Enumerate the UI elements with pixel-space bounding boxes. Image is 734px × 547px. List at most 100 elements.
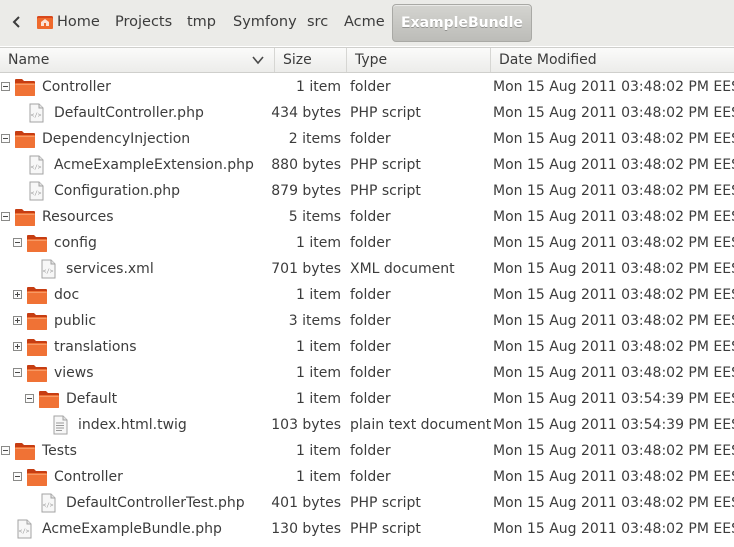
crumb-symfony[interactable]: Symfony <box>233 8 297 36</box>
php-file-icon: </> <box>26 181 48 201</box>
file-size: 5 items <box>288 209 341 225</box>
expand-toggle[interactable] <box>13 342 22 351</box>
folder-icon <box>14 207 36 227</box>
file-date-modified: Mon 15 Aug 2011 03:48:02 PM EEST <box>493 495 734 511</box>
collapse-toggle[interactable] <box>13 238 22 247</box>
file-row[interactable]: config 1 item folder Mon 15 Aug 2011 03:48:… <box>0 230 734 256</box>
file-size: 2 items <box>288 131 341 147</box>
file-row[interactable]: doc 1 item folder Mon 15 Aug 2011 03:48:02 … <box>0 282 734 308</box>
chevron-left-icon <box>12 16 20 28</box>
file-name: config <box>54 235 97 251</box>
collapse-toggle[interactable] <box>13 472 22 481</box>
file-row[interactable]: public 3 items folder Mon 15 Aug 2011 03:48… <box>0 308 734 334</box>
file-row[interactable]: views 1 item folder Mon 15 Aug 2011 03:48:0… <box>0 360 734 386</box>
file-size: 1 item <box>296 287 341 303</box>
file-type: folder <box>350 287 391 303</box>
file-date-modified: Mon 15 Aug 2011 03:54:39 PM EEST <box>493 417 734 433</box>
crumb-acme[interactable]: Acme <box>344 8 385 36</box>
file-type: folder <box>350 313 391 329</box>
file-name: DependencyInjection <box>42 131 191 147</box>
collapse-toggle[interactable] <box>25 394 34 403</box>
file-date-modified: Mon 15 Aug 2011 03:48:02 PM EEST <box>493 209 734 225</box>
column-date-modified[interactable]: Date Modified <box>490 48 734 72</box>
file-row[interactable]: </> AcmeExampleBundle.php 130 bytes PHP scr… <box>0 516 734 542</box>
file-size: 701 bytes <box>271 261 341 277</box>
file-size: 1 item <box>296 79 341 95</box>
file-name: Tests <box>42 443 77 459</box>
back-button[interactable] <box>4 8 30 36</box>
collapse-toggle[interactable] <box>1 212 10 221</box>
file-date-modified: Mon 15 Aug 2011 03:48:02 PM EEST <box>493 313 734 329</box>
file-size: 1 item <box>296 339 341 355</box>
file-row[interactable]: DependencyInjection 2 items folder Mon 15 A… <box>0 126 734 152</box>
folder-icon <box>14 77 36 97</box>
crumb-home-label: Home <box>57 14 100 30</box>
svg-text:</>: </> <box>31 112 42 119</box>
folder-icon <box>26 337 48 357</box>
file-date-modified: Mon 15 Aug 2011 03:48:02 PM EEST <box>493 235 734 251</box>
folder-icon <box>38 389 60 409</box>
file-date-modified: Mon 15 Aug 2011 03:48:02 PM EEST <box>493 105 734 121</box>
svg-text:</>: </> <box>43 502 54 509</box>
file-size: 401 bytes <box>271 495 341 511</box>
php-file-icon: </> <box>38 493 60 513</box>
file-date-modified: Mon 15 Aug 2011 03:48:02 PM EEST <box>493 443 734 459</box>
folder-icon <box>14 441 36 461</box>
file-size: 3 items <box>288 313 341 329</box>
svg-text:</>: </> <box>31 164 42 171</box>
file-row[interactable]: Default 1 item folder Mon 15 Aug 2011 03:54… <box>0 386 734 412</box>
file-row[interactable]: index.html.twig 103 bytes plain text docum… <box>0 412 734 438</box>
collapse-toggle[interactable] <box>1 446 10 455</box>
file-size: 1 item <box>296 365 341 381</box>
file-type: folder <box>350 131 391 147</box>
file-name: AcmeExampleExtension.php <box>54 157 254 173</box>
file-type: PHP script <box>350 105 421 121</box>
file-size: 103 bytes <box>271 417 341 433</box>
file-name: Default <box>66 391 118 407</box>
crumb-tmp[interactable]: tmp <box>187 8 216 36</box>
file-row[interactable]: </> DefaultController.php 434 bytes PHP scr… <box>0 100 734 126</box>
file-size: 1 item <box>296 443 341 459</box>
crumb-home[interactable]: Home <box>36 8 100 36</box>
file-date-modified: Mon 15 Aug 2011 03:48:02 PM EEST <box>493 287 734 303</box>
file-size: 1 item <box>296 391 341 407</box>
php-file-icon: </> <box>26 155 48 175</box>
folder-icon <box>26 285 48 305</box>
file-row[interactable]: Controller 1 item folder Mon 15 Aug 2011 03… <box>0 74 734 100</box>
file-date-modified: Mon 15 Aug 2011 03:48:02 PM EEST <box>493 79 734 95</box>
file-name: Configuration.php <box>54 183 181 199</box>
file-row[interactable]: Resources 5 items folder Mon 15 Aug 2011 03… <box>0 204 734 230</box>
file-row[interactable]: </> DefaultControllerTest.php 401 bytes PHP… <box>0 490 734 516</box>
file-row[interactable]: </> Configuration.php 879 bytes PHP script M… <box>0 178 734 204</box>
file-date-modified: Mon 15 Aug 2011 03:54:39 PM EEST <box>493 391 734 407</box>
file-row[interactable]: translations 1 item folder Mon 15 Aug 2011 … <box>0 334 734 360</box>
crumb-examplebundle[interactable]: ExampleBundle <box>392 4 532 42</box>
file-row[interactable]: </> services.xml 701 bytes XML document Mon … <box>0 256 734 282</box>
file-name: public <box>54 313 97 329</box>
file-date-modified: Mon 15 Aug 2011 03:48:02 PM EEST <box>493 365 734 381</box>
file-row[interactable]: Controller 1 item folder Mon 15 Aug 2011 03… <box>0 464 734 490</box>
file-size: 434 bytes <box>271 105 341 121</box>
file-date-modified: Mon 15 Aug 2011 03:48:02 PM EEST <box>493 339 734 355</box>
collapse-toggle[interactable] <box>1 82 10 91</box>
file-size: 130 bytes <box>271 521 341 537</box>
file-date-modified: Mon 15 Aug 2011 03:48:02 PM EEST <box>493 469 734 485</box>
collapse-toggle[interactable] <box>13 368 22 377</box>
crumb-projects[interactable]: Projects <box>115 8 172 36</box>
file-name: Controller <box>42 79 111 95</box>
column-name[interactable]: Name <box>0 48 274 72</box>
column-size[interactable]: Size <box>274 48 346 72</box>
expand-toggle[interactable] <box>13 316 22 325</box>
collapse-toggle[interactable] <box>1 134 10 143</box>
column-name-label: Name <box>8 52 50 68</box>
file-name: Resources <box>42 209 114 225</box>
file-size: 879 bytes <box>271 183 341 199</box>
file-date-modified: Mon 15 Aug 2011 03:48:02 PM EEST <box>493 157 734 173</box>
crumb-src[interactable]: src <box>307 8 328 36</box>
file-row[interactable]: Tests 1 item folder Mon 15 Aug 2011 03:48:0… <box>0 438 734 464</box>
column-type[interactable]: Type <box>346 48 490 72</box>
php-file-icon: </> <box>14 519 36 539</box>
expand-toggle[interactable] <box>13 290 22 299</box>
file-name: DefaultControllerTest.php <box>66 495 245 511</box>
file-row[interactable]: </> AcmeExampleExtension.php 880 bytes PHP … <box>0 152 734 178</box>
